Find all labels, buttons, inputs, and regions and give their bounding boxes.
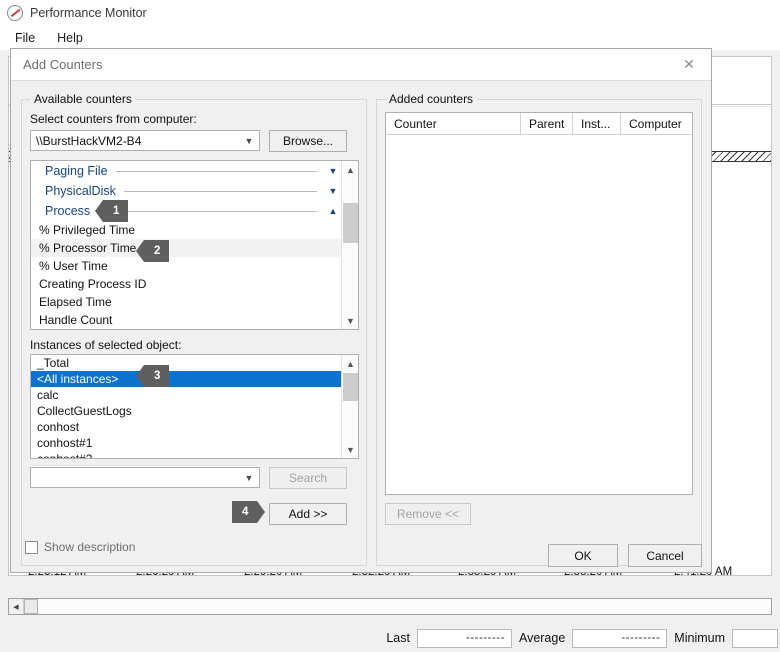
hscroll-track[interactable] [38, 599, 771, 614]
scroll-down-icon[interactable]: ▼ [342, 312, 359, 329]
category-rule [116, 171, 317, 172]
close-icon[interactable]: ✕ [667, 49, 711, 79]
statusbar: Last --------- Average --------- Minimum [0, 624, 780, 652]
instance-item-collectguestlogs[interactable]: CollectGuestLogs [31, 403, 341, 419]
counter-tree-inner: Paging File ▼ PhysicalDisk ▼ Process ▲ [31, 161, 341, 329]
menu-item-help[interactable]: Help [48, 28, 92, 48]
ok-button[interactable]: OK [548, 544, 618, 567]
counter-tree-listbox[interactable]: Paging File ▼ PhysicalDisk ▼ Process ▲ [30, 160, 359, 330]
counter-category-paging-file[interactable]: Paging File ▼ [31, 161, 341, 181]
menu-item-file[interactable]: File [6, 28, 44, 48]
instance-item-all-instances[interactable]: <All instances> [31, 371, 341, 387]
chart-horizontal-scrollbar[interactable]: ◀ [8, 598, 772, 615]
available-counters-legend: Available counters [30, 92, 136, 106]
search-button[interactable]: Search [269, 467, 347, 489]
hscroll-thumb[interactable] [24, 599, 38, 614]
average-value: --------- [572, 629, 667, 648]
dialog-title: Add Counters [23, 57, 103, 72]
counter-item-creating-process-id[interactable]: Creating Process ID [31, 275, 341, 293]
counter-category-label: PhysicalDisk [45, 184, 116, 198]
added-counters-legend: Added counters [385, 92, 477, 106]
scroll-left-icon[interactable]: ◀ [9, 599, 24, 614]
counter-category-label: Paging File [45, 164, 108, 178]
browse-button[interactable]: Browse... [269, 130, 347, 152]
column-header-computer[interactable]: Computer [621, 113, 692, 134]
column-header-instance[interactable]: Inst... [573, 113, 621, 134]
chevron-up-icon[interactable]: ▲ [325, 206, 341, 216]
last-value: --------- [417, 629, 512, 648]
callout-badge-4: 4 [232, 501, 257, 523]
added-counters-group: Added counters Counter Parent Inst... Co… [376, 99, 702, 566]
scroll-down-icon[interactable]: ▼ [342, 441, 359, 458]
minimum-value [732, 629, 778, 648]
instance-item-conhost-2[interactable]: conhost#2 [31, 451, 341, 458]
add-counters-dialog: Add Counters ✕ Available counters Select… [10, 48, 712, 573]
app-title: Performance Monitor [30, 6, 147, 20]
category-rule [98, 211, 317, 212]
scroll-up-icon[interactable]: ▲ [342, 161, 359, 178]
counter-item-privileged-time[interactable]: % Privileged Time [31, 221, 341, 239]
add-button[interactable]: Add >> [269, 503, 347, 525]
app-menubar: File Help [0, 26, 780, 50]
counter-tree-scrollbar[interactable]: ▲ ▼ [341, 161, 358, 329]
instance-item-total[interactable]: _Total [31, 355, 341, 371]
counter-category-label: Process [45, 204, 90, 218]
last-label: Last [386, 631, 410, 645]
instances-scrollbar[interactable]: ▲ ▼ [341, 355, 358, 458]
computer-combobox[interactable]: \\BurstHackVM2-B4 ▼ [30, 130, 260, 151]
column-header-parent[interactable]: Parent [521, 113, 573, 134]
app-titlebar: Performance Monitor [0, 0, 780, 26]
counter-item-handle-count[interactable]: Handle Count [31, 311, 341, 329]
counter-category-process[interactable]: Process ▲ [31, 201, 341, 221]
available-counters-group: Available counters Select counters from … [21, 99, 367, 566]
screen: Performance Monitor File Help 2:23:12 AM… [0, 0, 780, 652]
counter-item-processor-time[interactable]: % Processor Time [31, 239, 341, 257]
counter-tree-scroll-thumb[interactable] [343, 203, 358, 243]
category-rule [124, 191, 317, 192]
callout-badge-1: 1 [103, 200, 128, 222]
scroll-up-icon[interactable]: ▲ [342, 355, 359, 372]
chevron-down-icon[interactable]: ▼ [239, 473, 259, 483]
chevron-down-icon[interactable]: ▼ [325, 186, 341, 196]
column-header-counter[interactable]: Counter [386, 113, 521, 134]
cancel-button[interactable]: Cancel [628, 544, 702, 567]
instance-item-conhost-1[interactable]: conhost#1 [31, 435, 341, 451]
counter-item-elapsed-time[interactable]: Elapsed Time [31, 293, 341, 311]
checkbox-box[interactable] [25, 541, 38, 554]
select-computer-label: Select counters from computer: [30, 112, 197, 126]
instances-scroll-thumb[interactable] [343, 373, 358, 401]
instances-label: Instances of selected object: [30, 338, 181, 352]
dialog-titlebar: Add Counters ✕ [11, 49, 711, 80]
added-counters-header: Counter Parent Inst... Computer [386, 113, 692, 135]
counter-item-user-time[interactable]: % User Time [31, 257, 341, 275]
dialog-title-divider [11, 80, 711, 81]
show-description-checkbox[interactable]: Show description [25, 540, 135, 554]
remove-button[interactable]: Remove << [385, 503, 471, 525]
average-label: Average [519, 631, 565, 645]
instance-item-conhost[interactable]: conhost [31, 419, 341, 435]
chevron-down-icon[interactable]: ▼ [239, 136, 259, 146]
counter-category-physicaldisk[interactable]: PhysicalDisk ▼ [31, 181, 341, 201]
performance-monitor-icon [7, 5, 23, 21]
instance-item-calc[interactable]: calc [31, 387, 341, 403]
computer-combobox-value: \\BurstHackVM2-B4 [31, 134, 239, 148]
callout-badge-3: 3 [144, 365, 169, 387]
show-description-label: Show description [44, 540, 135, 554]
instances-inner: _Total <All instances> calc CollectGuest… [31, 355, 341, 458]
instances-listbox[interactable]: _Total <All instances> calc CollectGuest… [30, 354, 359, 459]
search-combobox[interactable]: ▼ [30, 467, 260, 488]
callout-badge-2: 2 [144, 240, 169, 262]
minimum-label: Minimum [674, 631, 725, 645]
added-counters-table[interactable]: Counter Parent Inst... Computer [385, 112, 693, 495]
chevron-down-icon[interactable]: ▼ [325, 166, 341, 176]
